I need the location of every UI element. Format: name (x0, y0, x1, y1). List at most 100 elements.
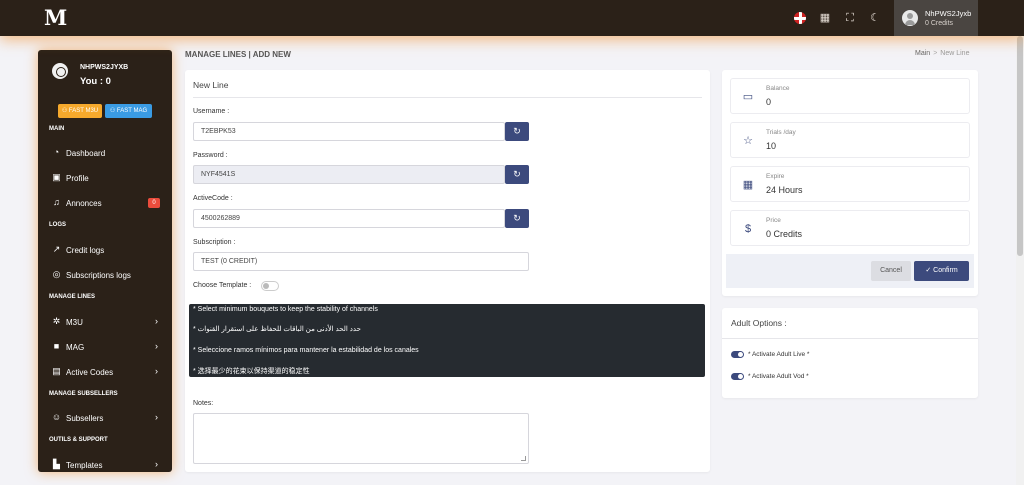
fullscreen-icon[interactable]: ⛶ (843, 11, 857, 25)
chevron-right-icon: › (155, 366, 158, 376)
adult-live-label: * Activate Adult Live * (748, 351, 810, 358)
calendar-check-icon: ▦ (742, 179, 754, 191)
user-credits: 0 Credits (925, 20, 954, 27)
sidebar-item-subscriptions-logs[interactable]: ◎ Subscriptions logs (38, 265, 172, 285)
username-label: Username : (193, 108, 230, 115)
expire-stat: ▦ Expire 24 Hours (730, 166, 970, 202)
form-title: New Line (193, 80, 229, 90)
sidebar-item-label: Credit logs (66, 246, 105, 255)
template-toggle[interactable] (261, 281, 279, 291)
trials-value: 10 (766, 141, 777, 151)
sidebar-balance: You : 0 (80, 76, 111, 87)
section-main: MAIN (49, 126, 65, 132)
page-scrollbar-thumb[interactable] (1017, 36, 1023, 256)
adult-vod-label: * Activate Adult Vod * (748, 373, 809, 380)
user-menu[interactable]: NhPWS2Jyxb 0 Credits (894, 0, 978, 36)
username-field[interactable]: T2EBPK53 (193, 122, 505, 141)
top-bar: M ▦ ⛶ ☾ NhPWS2Jyxb 0 Credits (0, 0, 1024, 36)
sidebar-item-active-codes[interactable]: ▤ Active Codes › (38, 362, 172, 382)
sidebar-item-label: Profile (66, 174, 89, 183)
regenerate-activecode-button[interactable]: ↻ (505, 209, 529, 228)
user-plus-icon: ⚇ (61, 108, 69, 114)
price-value: 0 Credits (766, 229, 803, 239)
resize-handle[interactable] (521, 456, 526, 461)
bell-icon: ♫ (53, 197, 60, 207)
fast-m3u-button[interactable]: ⚇ FAST M3U (58, 104, 102, 118)
regenerate-password-button[interactable]: ↻ (505, 165, 529, 184)
balance-label: Balance (766, 85, 790, 92)
notice-line: * 选择最少的花束以保持渠道的稳定性 (193, 368, 310, 375)
balance-stat: ▭ Balance 0 (730, 78, 970, 114)
template-icon: ▙ (53, 459, 60, 469)
notes-textarea[interactable] (193, 413, 529, 464)
expire-value: 24 Hours (766, 185, 803, 195)
sidebar-item-templates[interactable]: ▙ Templates › (38, 455, 172, 472)
sidebar-item-credit-logs[interactable]: ↗ Credit logs (38, 240, 172, 260)
breadcrumb-current: New Line (940, 50, 970, 57)
avatar (902, 10, 918, 26)
sidebar: NHPWS2JYXB You : 0 ⚇ FAST M3U ⚇ FAST MAG… (38, 50, 172, 472)
dollar-icon: $ (744, 223, 752, 235)
sidebar-item-label: M3U (66, 318, 83, 327)
sidebar-item-subsellers[interactable]: ☺ Subsellers › (38, 408, 172, 428)
brand-logo[interactable]: M (44, 7, 67, 29)
fast-mag-button[interactable]: ⚇ FAST MAG (105, 104, 152, 118)
password-field[interactable]: NYF4541S (193, 165, 505, 184)
breadcrumb-home[interactable]: Main (915, 50, 930, 57)
sidebar-item-annonces[interactable]: ♫ Annonces 0 (38, 193, 172, 213)
wallet-icon: ▭ (742, 91, 754, 103)
adult-vod-toggle[interactable] (731, 373, 744, 380)
cog-icon: ✲ (52, 316, 61, 326)
sidebar-item-label: Annonces (66, 199, 102, 208)
section-outils-support: OUTILS & SUPPORT (49, 437, 108, 443)
sidebar-item-profile[interactable]: ▣ Profile (38, 168, 172, 188)
section-manage-subsellers: MANAGE SUBSELLERS (49, 391, 118, 397)
form-actions: Cancel ✓ Confirm (726, 254, 974, 288)
bouquet-notice: * Select minimum bouquets to keep the st… (189, 304, 705, 377)
adult-options-panel: Adult Options : * Activate Adult Live * … (722, 308, 978, 398)
activecode-field[interactable]: 4500262889 (193, 209, 505, 228)
confirm-button[interactable]: ✓ Confirm (914, 261, 969, 281)
adult-live-toggle[interactable] (731, 351, 744, 358)
breadcrumb: Main > New Line (915, 50, 969, 57)
sidebar-user-name: NHPWS2JYXB (80, 64, 129, 71)
new-line-form: New Line Username : T2EBPK53 ↻ Password … (185, 70, 710, 472)
tv-icon: ■ (53, 341, 60, 351)
sidebar-avatar-icon (52, 63, 68, 79)
notes-label: Notes: (193, 400, 214, 407)
annonces-badge: 0 (148, 198, 160, 208)
language-flag-icon[interactable] (794, 12, 806, 24)
chart-line-icon: ↗ (52, 244, 61, 254)
sidebar-item-label: Active Codes (66, 368, 114, 377)
refresh-icon: ↻ (513, 126, 521, 136)
divider (722, 338, 978, 339)
coins-icon: ◎ (52, 269, 61, 279)
section-logs: LOGS (49, 222, 67, 228)
sidebar-item-dashboard[interactable]: ◔ Dashboard (38, 143, 172, 163)
sidebar-item-mag[interactable]: ■ MAG › (38, 337, 172, 357)
section-manage-lines: MANAGE LINES (49, 294, 96, 300)
subscription-select[interactable]: TEST (0 CREDIT) (193, 252, 529, 271)
refresh-icon: ↻ (513, 169, 521, 179)
trials-stat: ☆ Trials /day 10 (730, 122, 970, 158)
chevron-right-icon: › (155, 459, 158, 469)
fast-m3u-label: FAST M3U (68, 108, 99, 114)
cancel-button[interactable]: Cancel (871, 261, 911, 281)
sidebar-item-label: MAG (66, 343, 85, 352)
chevron-right-icon: › (155, 316, 158, 326)
apps-grid-icon[interactable]: ▦ (818, 11, 832, 25)
divider (193, 97, 702, 98)
users-icon: ☺ (51, 412, 62, 422)
dashboard-icon: ◔ (53, 147, 60, 157)
user-plus-icon: ⚇ (109, 108, 117, 114)
template-label: Choose Template : (193, 282, 252, 289)
refresh-icon: ↻ (513, 213, 521, 223)
sidebar-item-label: Subsellers (66, 414, 104, 423)
dark-mode-icon[interactable]: ☾ (868, 11, 882, 25)
regenerate-username-button[interactable]: ↻ (505, 122, 529, 141)
price-stat: $ Price 0 Credits (730, 210, 970, 246)
notice-line: * حدد الحد الأدنى من الباقات للحفاظ على … (193, 326, 361, 333)
sidebar-item-m3u[interactable]: ✲ M3U › (38, 312, 172, 332)
summary-panel: ▭ Balance 0 ☆ Trials /day 10 ▦ Expire 24… (722, 70, 978, 296)
password-label: Password : (193, 152, 228, 159)
